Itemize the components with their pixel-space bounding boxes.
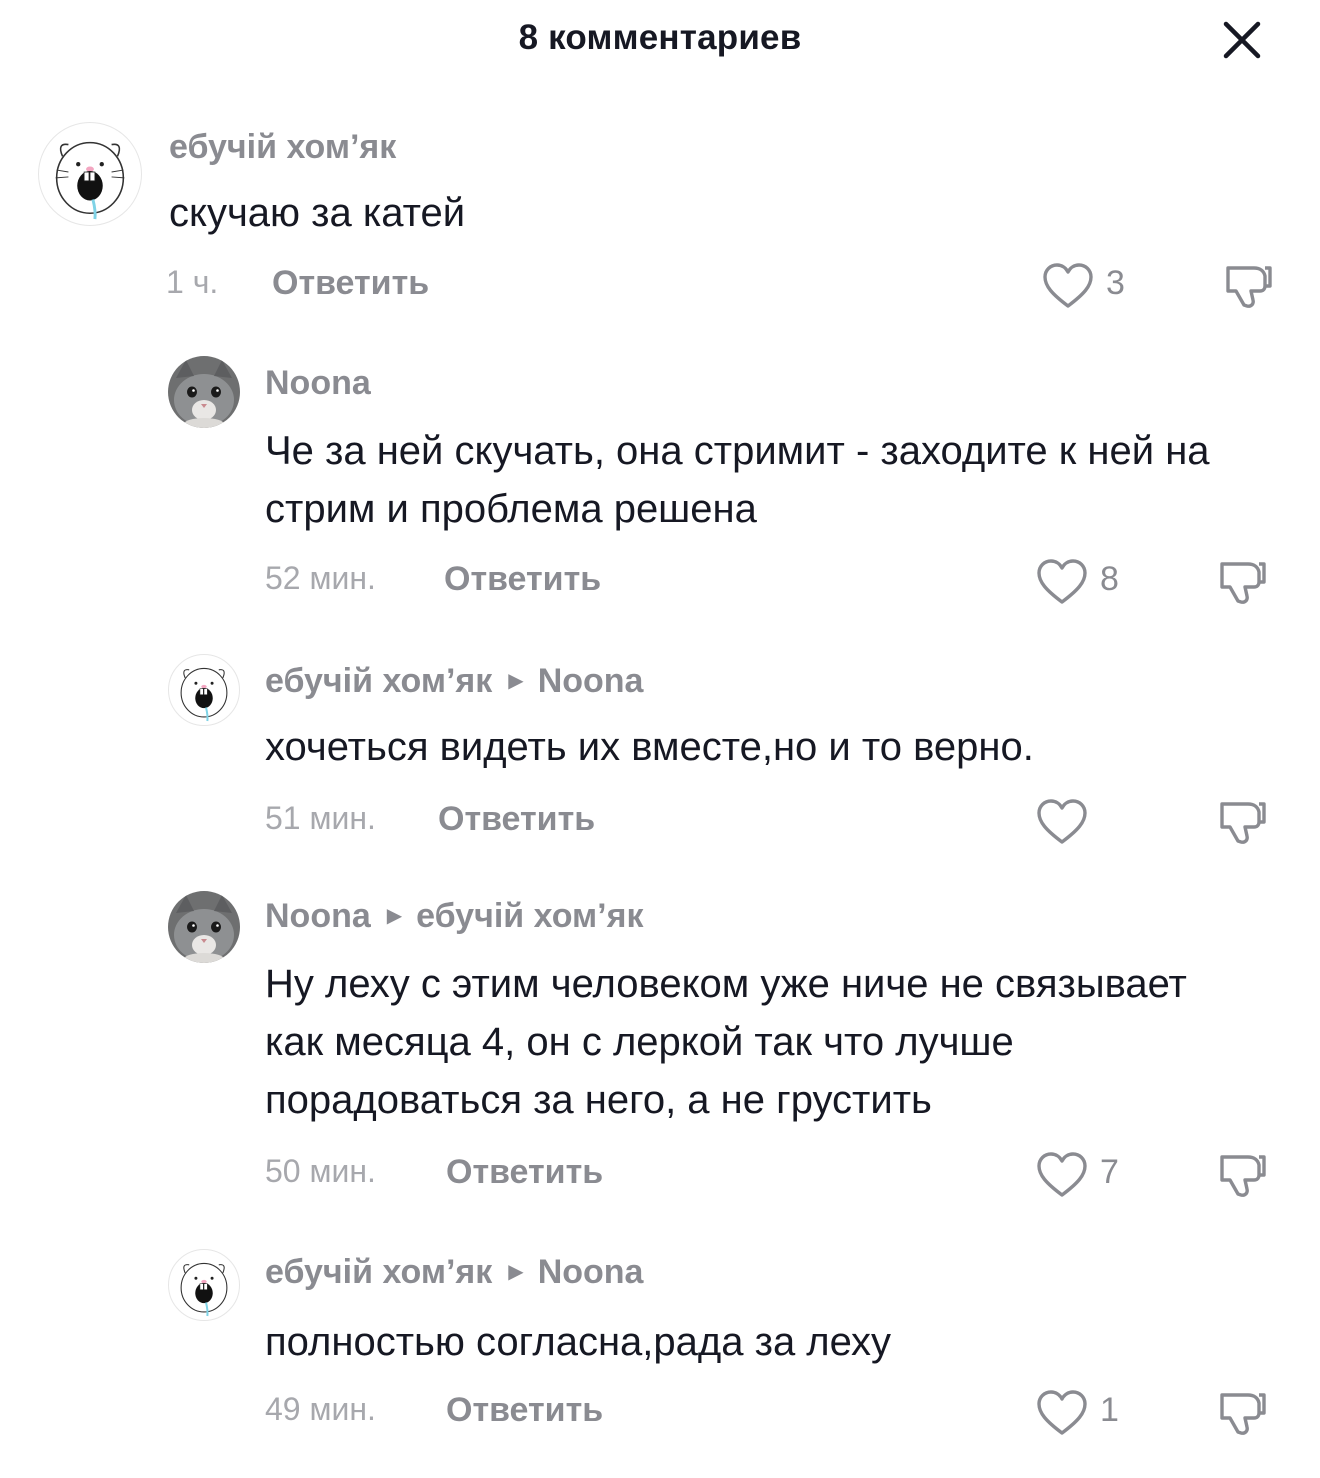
comment-text: скучаю за катей — [169, 191, 466, 235]
reply-to-name[interactable]: Noona — [538, 1253, 644, 1291]
dislike-button[interactable] — [1216, 1147, 1268, 1199]
author-name[interactable]: ебучій хом’як — [169, 128, 396, 166]
reply-item: ебучій хом’як ▶ Noona хочеться видеть их в… — [0, 650, 1320, 850]
comment-actions: 52 мин. Ответить 8 — [0, 558, 1320, 606]
reply-to-name[interactable]: ебучій хом’як — [416, 897, 643, 935]
reply-button[interactable]: Ответить — [446, 1391, 603, 1430]
like-count: 3 — [1106, 264, 1125, 302]
thumbs-down-outline-icon — [1220, 1393, 1266, 1435]
comment-actions: 49 мин. Ответить 1 — [0, 1389, 1320, 1437]
close-icon — [1223, 21, 1261, 59]
hamster-avatar[interactable] — [168, 654, 240, 726]
triangle-right-icon: ▶ — [508, 670, 524, 692]
heart-outline-icon — [1037, 1390, 1087, 1435]
comment-actions: 1 ч. Ответить 3 — [0, 262, 1320, 310]
reply-item: Noona Че за ней скучать, она стримит - з… — [0, 350, 1320, 620]
like-button[interactable] — [1036, 1151, 1088, 1199]
dislike-button[interactable] — [1216, 794, 1268, 846]
reply-button[interactable]: Ответить — [272, 264, 429, 303]
comment-time: 51 мин. — [265, 800, 376, 836]
like-button[interactable] — [1042, 262, 1094, 310]
reply-item: ебучій хом’як ▶ Noona полностью согласна,р… — [0, 1245, 1320, 1455]
hamster-avatar[interactable] — [168, 1249, 240, 1321]
comment-time: 49 мин. — [265, 1391, 376, 1427]
comment-author[interactable]: Noona — [265, 364, 371, 403]
thumbs-down-outline-icon — [1220, 802, 1266, 844]
comment-author[interactable]: Noona ▶ ебучій хом’як — [265, 897, 643, 936]
comment-actions: 51 мин. Ответить — [0, 798, 1320, 846]
comments-header: 8 комментариев — [0, 0, 1320, 78]
like-button[interactable] — [1036, 798, 1088, 846]
dislike-button[interactable] — [1216, 554, 1268, 606]
triangle-right-icon: ▶ — [386, 905, 403, 927]
comment-text: хочеться видеть их вместе,но и то верно. — [265, 725, 1034, 769]
comment-text: Ну леху с этим человеком уже ниче не свя… — [265, 962, 1187, 1122]
like-count: 8 — [1100, 560, 1119, 598]
comment-actions: 50 мин. Ответить 7 — [0, 1151, 1320, 1199]
thumbs-down-outline-icon — [1220, 1155, 1266, 1197]
heart-outline-icon — [1043, 263, 1093, 308]
heart-outline-icon — [1037, 799, 1087, 844]
comments-sheet: 8 комментариев ебучій хом’як скучаю за к… — [0, 0, 1320, 1478]
comment-time: 52 мин. — [265, 560, 376, 596]
kitten-avatar[interactable] — [168, 356, 240, 428]
comment-text: полностью согласна,рада за леху — [265, 1320, 892, 1364]
comments-count-title: 8 комментариев — [518, 18, 802, 57]
reply-button[interactable]: Ответить — [438, 800, 595, 839]
comment-author[interactable]: ебучій хом’як — [169, 128, 396, 167]
reply-item: Noona ▶ ебучій хом’як Ну леху с этим челов… — [0, 885, 1320, 1215]
like-button[interactable] — [1036, 558, 1088, 606]
author-name[interactable]: Noona — [265, 364, 371, 402]
dislike-button[interactable] — [1222, 258, 1274, 310]
comment-author[interactable]: ебучій хом’як ▶ Noona — [265, 662, 643, 701]
reply-to-name[interactable]: Noona — [538, 662, 644, 700]
like-count: 7 — [1100, 1153, 1119, 1191]
comment-text: Че за ней скучать, она стримит - заходит… — [265, 429, 1210, 531]
reply-button[interactable]: Ответить — [444, 560, 601, 599]
hamster-avatar[interactable] — [38, 122, 142, 226]
like-button[interactable] — [1036, 1389, 1088, 1437]
comment-item: ебучій хом’як скучаю за катей 1 ч. Ответ… — [0, 110, 1320, 320]
dislike-button[interactable] — [1216, 1385, 1268, 1437]
thumbs-down-outline-icon — [1226, 266, 1272, 308]
author-name[interactable]: Noona — [265, 897, 371, 935]
author-name[interactable]: ебучій хом’як — [265, 1253, 492, 1291]
comment-time: 50 мин. — [265, 1153, 376, 1189]
comment-time: 1 ч. — [166, 264, 219, 300]
thumbs-down-outline-icon — [1220, 562, 1266, 604]
author-name[interactable]: ебучій хом’як — [265, 662, 492, 700]
like-count: 1 — [1100, 1391, 1119, 1429]
reply-button[interactable]: Ответить — [446, 1153, 603, 1192]
kitten-avatar[interactable] — [168, 891, 240, 963]
heart-outline-icon — [1037, 1152, 1087, 1197]
close-button[interactable] — [1216, 14, 1268, 66]
comment-author[interactable]: ебучій хом’як ▶ Noona — [265, 1253, 643, 1292]
heart-outline-icon — [1037, 559, 1087, 604]
triangle-right-icon: ▶ — [508, 1261, 524, 1283]
